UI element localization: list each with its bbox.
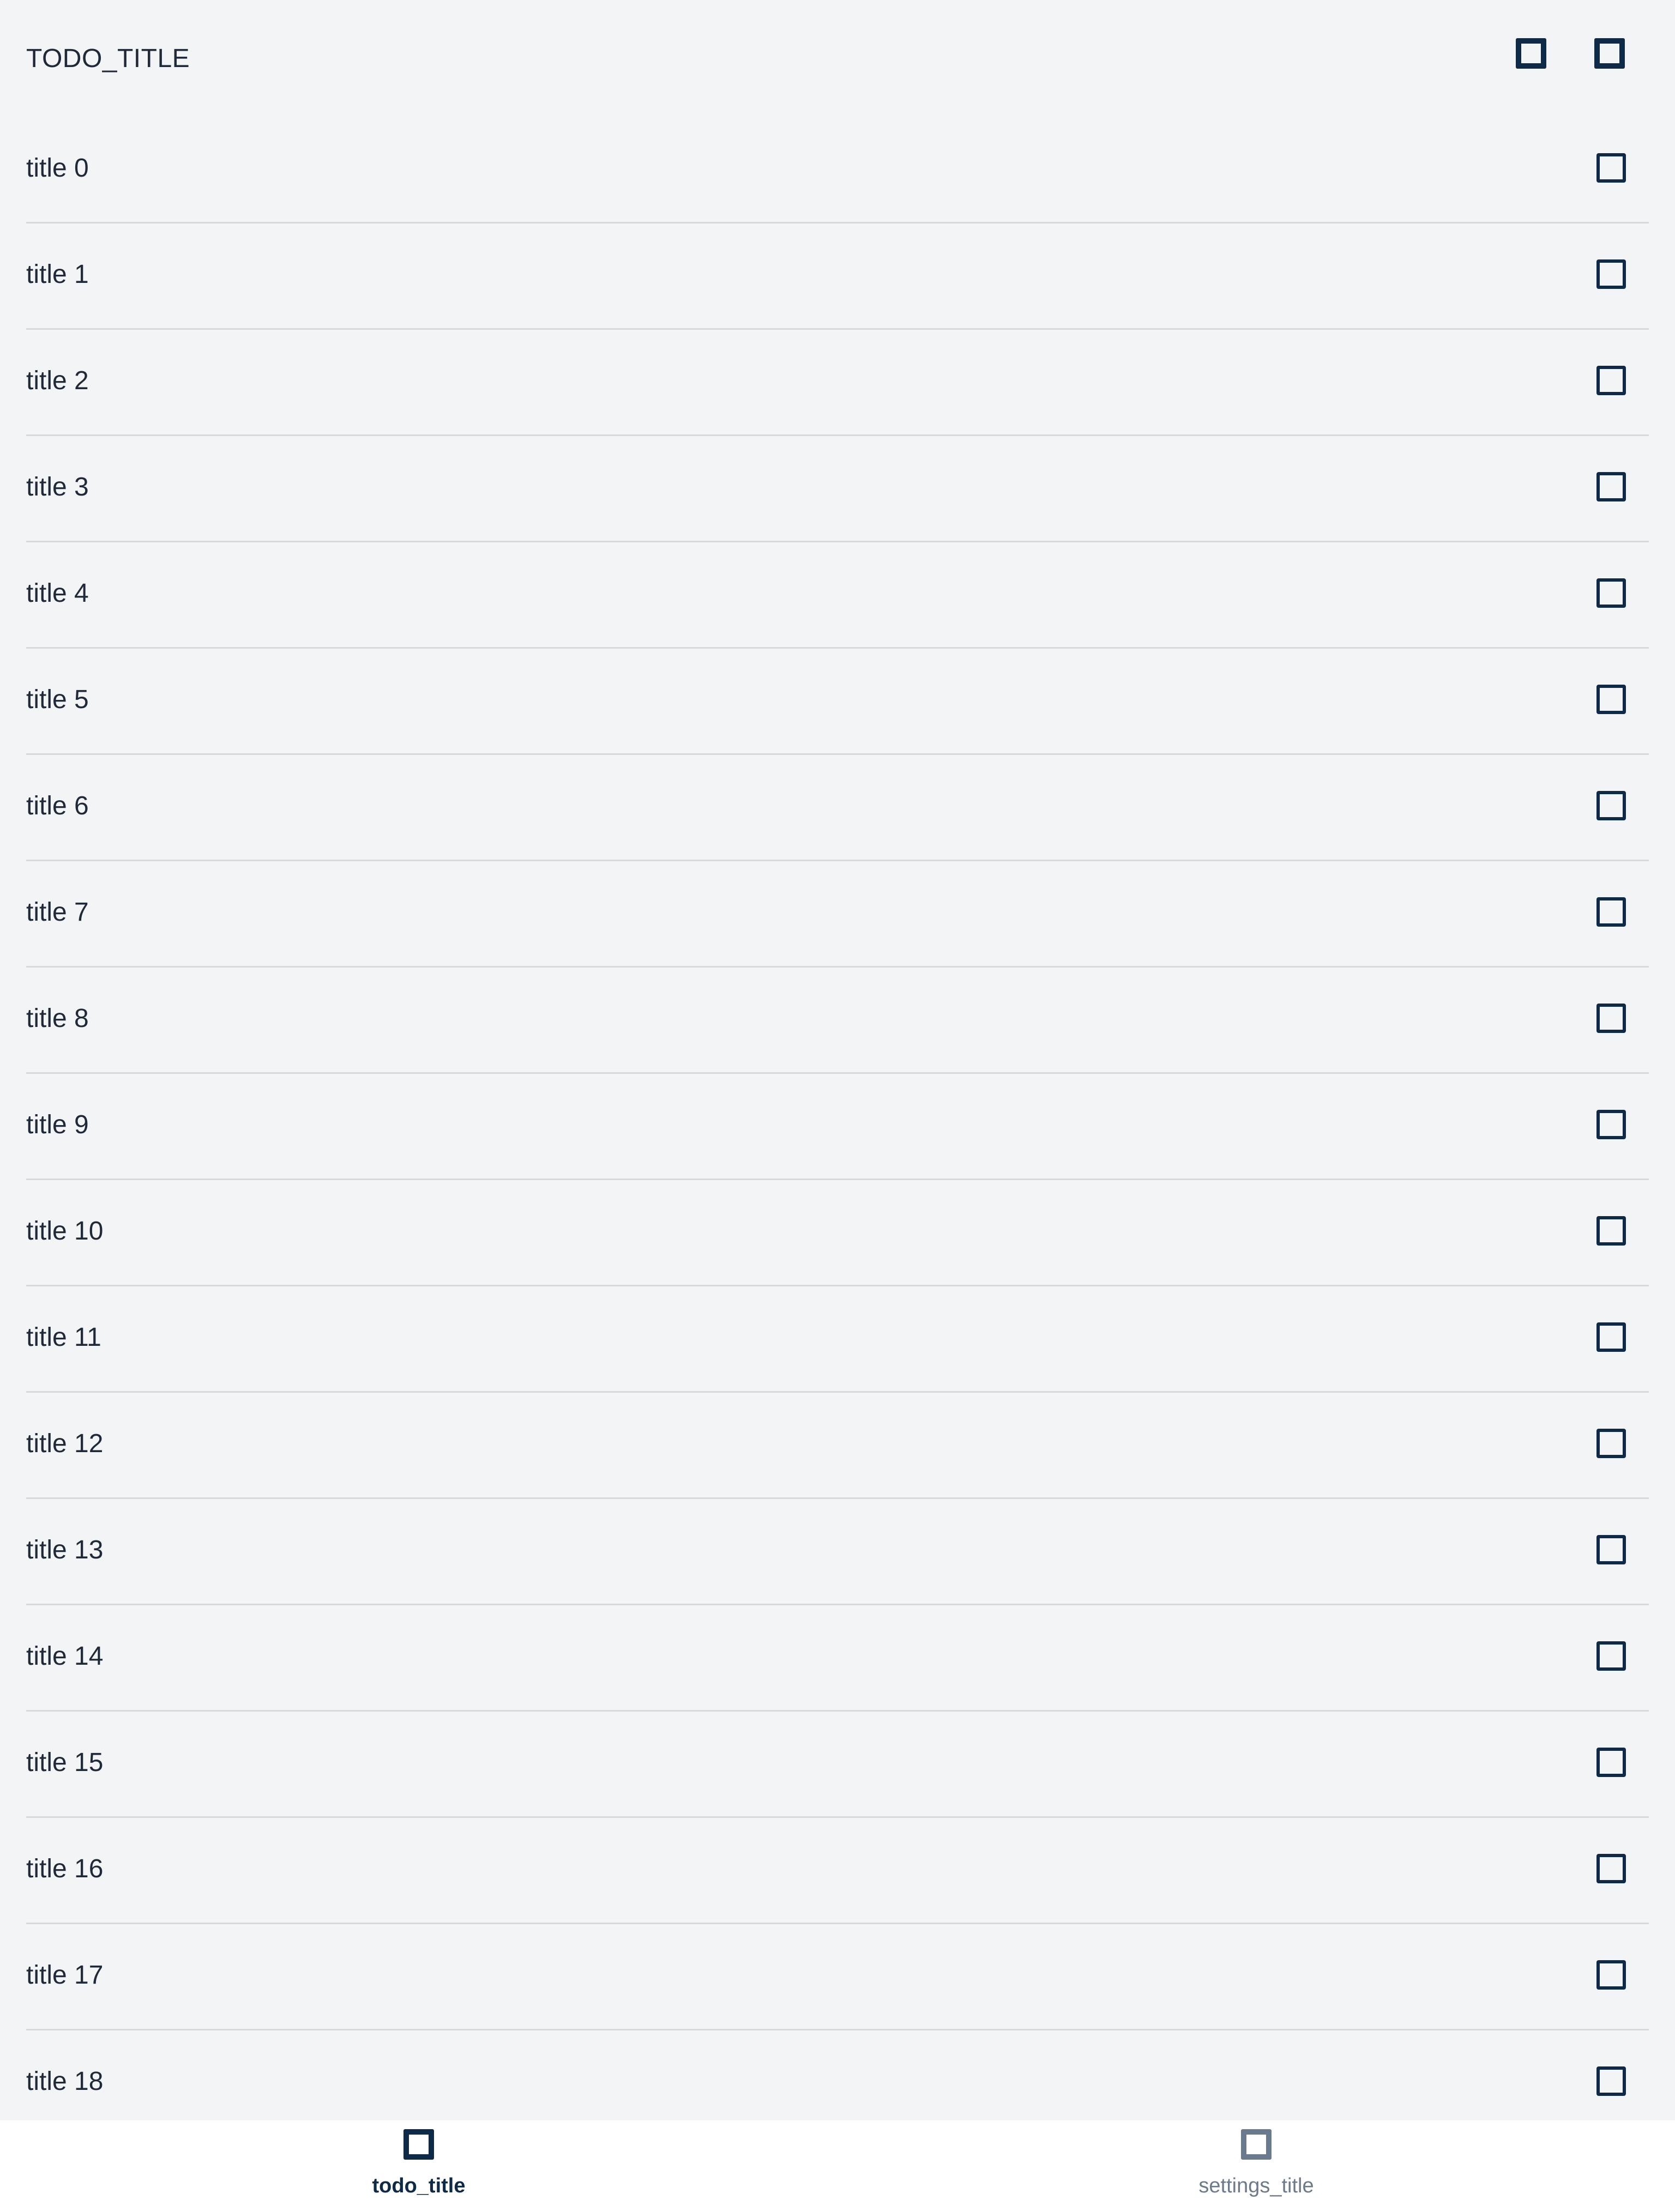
nav-icon-todo (403, 2129, 434, 2160)
todo-checkbox[interactable] (1596, 366, 1626, 395)
list-item[interactable]: title 7 (26, 861, 1649, 968)
list-item[interactable]: title 14 (26, 1605, 1649, 1712)
todo-checkbox[interactable] (1596, 1535, 1626, 1564)
list-item[interactable]: title 11 (26, 1286, 1649, 1393)
square-icon (1594, 38, 1625, 69)
todo-checkbox[interactable] (1596, 1748, 1626, 1777)
todo-checkbox[interactable] (1596, 1322, 1626, 1352)
list-item[interactable]: title 1 (26, 223, 1649, 330)
todo-title: title 13 (26, 1536, 104, 1564)
list-item[interactable]: title 17 (26, 1924, 1649, 2030)
todo-checkbox[interactable] (1596, 472, 1626, 501)
nav-label-todo: todo_title (372, 2174, 466, 2197)
list-item[interactable]: title 10 (26, 1180, 1649, 1286)
todo-title: title 9 (26, 1110, 89, 1139)
todo-app: TODO_TITLE title 0 title 1 title 2 title 3t… (0, 0, 1675, 2212)
todo-title: title 6 (26, 791, 89, 820)
list-item[interactable]: title 9 (26, 1074, 1649, 1180)
square-icon (1516, 38, 1546, 69)
list-item[interactable]: title 8 (26, 968, 1649, 1074)
list-item[interactable]: title 6 (26, 755, 1649, 861)
square-icon (403, 2129, 434, 2160)
todo-checkbox[interactable] (1596, 259, 1626, 289)
nav-item-todo[interactable]: todo_title (0, 2120, 838, 2212)
list-item[interactable]: title 2 (26, 330, 1649, 436)
todo-title: title 7 (26, 898, 89, 927)
todo-checkbox[interactable] (1596, 1216, 1626, 1246)
list-item[interactable]: title 3 (26, 436, 1649, 542)
todo-title: title 17 (26, 1961, 104, 1990)
todo-checkbox[interactable] (1596, 1641, 1626, 1671)
nav-icon-settings (1241, 2129, 1272, 2160)
bottom-navigation: todo_title settings_title (0, 2120, 1675, 2212)
todo-title: title 1 (26, 260, 89, 289)
list-item[interactable]: title 12 (26, 1393, 1649, 1499)
todo-checkbox[interactable] (1596, 1854, 1626, 1883)
todo-title: title 14 (26, 1642, 104, 1671)
todo-checkbox[interactable] (1596, 153, 1626, 183)
todo-title: title 10 (26, 1217, 104, 1246)
todo-checkbox[interactable] (1596, 791, 1626, 820)
todo-checkbox[interactable] (1596, 897, 1626, 927)
todo-checkbox[interactable] (1596, 1004, 1626, 1033)
todo-title: title 0 (26, 154, 89, 183)
todo-title: title 4 (26, 579, 89, 608)
header-action-button-2[interactable] (1594, 38, 1625, 69)
list-item[interactable]: title 4 (26, 542, 1649, 649)
list-item[interactable]: title 15 (26, 1712, 1649, 1818)
todo-list: title 0 title 1 title 2 title 3 title 4 title… (0, 117, 1675, 2137)
todo-checkbox[interactable] (1596, 1960, 1626, 1990)
app-header: TODO_TITLE (0, 0, 1675, 117)
todo-checkbox[interactable] (1596, 1110, 1626, 1139)
todo-checkbox[interactable] (1596, 685, 1626, 714)
todo-title: title 12 (26, 1429, 104, 1458)
todo-checkbox[interactable] (1596, 578, 1626, 608)
todo-checkbox[interactable] (1596, 2066, 1626, 2096)
todo-title: title 18 (26, 2067, 104, 2096)
square-icon (1241, 2129, 1272, 2160)
todo-title: title 8 (26, 1004, 89, 1033)
todo-title: title 16 (26, 1854, 104, 1883)
nav-label-settings: settings_title (1198, 2174, 1314, 2197)
header-actions (1516, 38, 1625, 69)
todo-title: title 5 (26, 685, 89, 714)
todo-title: title 2 (26, 366, 89, 395)
todo-title: title 11 (26, 1323, 101, 1352)
todo-title: title 15 (26, 1748, 104, 1777)
list-item[interactable]: title 16 (26, 1818, 1649, 1924)
list-item[interactable]: title 13 (26, 1499, 1649, 1605)
todo-checkbox[interactable] (1596, 1429, 1626, 1458)
header-action-button-1[interactable] (1516, 38, 1546, 69)
nav-item-settings[interactable]: settings_title (838, 2120, 1675, 2212)
page-title: TODO_TITLE (26, 44, 190, 73)
list-item[interactable]: title 5 (26, 649, 1649, 755)
todo-title: title 3 (26, 473, 89, 501)
list-item[interactable]: title 0 (26, 117, 1649, 223)
